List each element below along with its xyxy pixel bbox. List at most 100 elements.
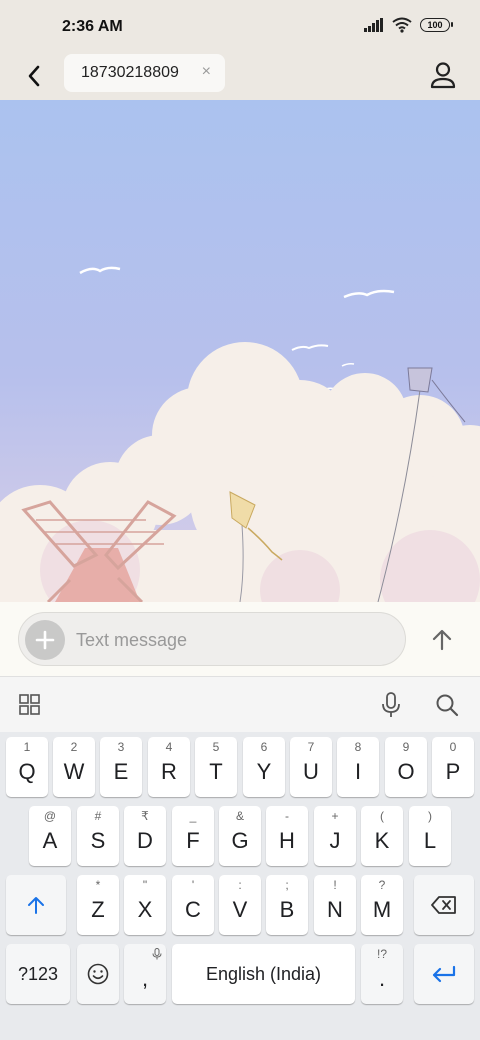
key-hint: :	[238, 878, 242, 892]
wifi-icon	[392, 17, 412, 33]
key-p[interactable]: 0P	[432, 737, 474, 797]
status-icons: 100	[364, 17, 453, 33]
emoji-icon	[87, 963, 109, 985]
key-label: A	[42, 828, 58, 853]
key-hint: 6	[260, 740, 268, 754]
key-q[interactable]: 1Q	[6, 737, 48, 797]
key-label: D	[137, 828, 153, 853]
period-label: .	[378, 966, 386, 991]
key-z[interactable]: * Z	[77, 875, 119, 935]
key-v[interactable]: :V	[219, 875, 261, 935]
keyboard: 1Q 2W 3E 4R 5T 6Y 7U 8I 9O 0P @ A # S ₹ D _…	[0, 732, 480, 1040]
key-g[interactable]: & G	[219, 806, 261, 866]
key-label: G	[231, 828, 249, 853]
status-bar: 2:36 AM 100	[0, 0, 480, 52]
keyboard-toolbar	[0, 676, 480, 732]
key-label: C	[185, 897, 201, 922]
key-label: J	[329, 828, 341, 853]
key-hint: *	[95, 878, 101, 892]
remove-recipient-icon[interactable]: ×	[202, 63, 211, 81]
key-s[interactable]: # S	[77, 806, 119, 866]
period-key[interactable]: !?.	[361, 944, 403, 1004]
plus-icon	[35, 630, 55, 650]
key-label: L	[423, 828, 437, 853]
back-arrow-icon	[28, 65, 40, 87]
send-button[interactable]	[424, 622, 460, 658]
symbols-key-label: ?123	[17, 963, 59, 984]
key-hint: !	[333, 878, 337, 892]
key-w[interactable]: 2W	[53, 737, 95, 797]
key-u[interactable]: 7U	[290, 737, 332, 797]
compose-area: Text message	[0, 602, 480, 676]
key-hint: 3	[117, 740, 125, 754]
enter-icon	[432, 965, 456, 983]
space-bar[interactable]: English (India)	[172, 944, 355, 1004]
key-o[interactable]: 9O	[385, 737, 427, 797]
key-label: W	[63, 759, 85, 784]
key-e[interactable]: 3E	[100, 737, 142, 797]
key-hint: 4	[165, 740, 173, 754]
wallpaper-image	[0, 100, 480, 602]
key-hint: 2	[70, 740, 78, 754]
key-label: Y	[256, 759, 272, 784]
key-m[interactable]: ? M	[361, 875, 403, 935]
comma-label: ,	[141, 966, 149, 991]
contact-button[interactable]	[428, 57, 458, 93]
space-bar-label: English (India)	[205, 963, 322, 984]
backspace-icon	[431, 896, 456, 914]
key-hint: (	[380, 809, 384, 823]
key-a[interactable]: @ A	[29, 806, 71, 866]
key-hint: &	[235, 809, 244, 823]
key-c[interactable]: ' C	[172, 875, 214, 935]
key-r[interactable]: 4R	[148, 737, 190, 797]
key-d[interactable]: ₹ D	[124, 806, 166, 866]
key-f[interactable]: _ F	[172, 806, 214, 866]
back-button[interactable]	[18, 60, 50, 92]
key-label: P	[445, 759, 461, 784]
backspace-key[interactable]	[414, 875, 474, 935]
search-icon[interactable]	[434, 692, 460, 718]
apps-grid-icon[interactable]	[18, 693, 42, 717]
symbols-key[interactable]: ?123	[6, 944, 70, 1004]
key-hint: '	[191, 878, 195, 892]
battery-icon: 100	[420, 18, 453, 32]
signal-icon	[364, 18, 383, 32]
chat-wallpaper	[0, 100, 480, 602]
key-y[interactable]: 6Y	[243, 737, 285, 797]
key-k[interactable]: (K	[361, 806, 403, 866]
key-n[interactable]: ! N	[314, 875, 356, 935]
enter-key[interactable]	[414, 944, 474, 1004]
emoji-key[interactable]	[77, 944, 119, 1004]
key-label: O	[397, 759, 415, 784]
key-t[interactable]: 5T	[195, 737, 237, 797]
key-label: T	[209, 759, 223, 784]
key-label: Z	[91, 897, 105, 922]
microphone-icon[interactable]	[378, 691, 404, 719]
key-label: X	[137, 897, 153, 922]
key-hint: +	[331, 809, 339, 823]
comma-key[interactable]: ,	[124, 944, 166, 1004]
battery-level: 100	[427, 20, 443, 30]
key-hint: 5	[212, 740, 220, 754]
shift-key[interactable]	[6, 875, 66, 935]
key-b[interactable]: ; B	[266, 875, 308, 935]
key-hint: ;	[285, 878, 289, 892]
message-input[interactable]: Text message	[18, 612, 406, 666]
key-h[interactable]: -H	[266, 806, 308, 866]
key-label: M	[372, 897, 392, 922]
shift-arrow-icon	[28, 897, 44, 914]
key-i[interactable]: 8I	[337, 737, 379, 797]
attach-button[interactable]	[25, 620, 65, 660]
key-label: I	[354, 759, 362, 784]
recipient-chip[interactable]: 18730218809 ×	[64, 54, 225, 92]
conversation-header: 18730218809 ×	[0, 52, 480, 100]
key-label: Q	[18, 759, 36, 784]
key-hint: 7	[307, 740, 315, 754]
key-x[interactable]: " X	[124, 875, 166, 935]
key-label: K	[374, 828, 390, 853]
key-label: R	[161, 759, 177, 784]
key-j[interactable]: + J	[314, 806, 356, 866]
key-l[interactable]: ) L	[409, 806, 451, 866]
status-time: 2:36 AM	[62, 18, 123, 35]
key-label: U	[303, 759, 319, 784]
